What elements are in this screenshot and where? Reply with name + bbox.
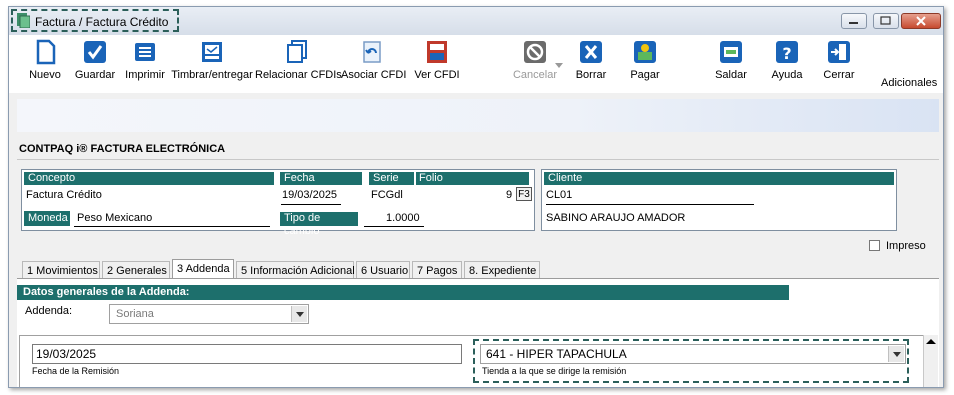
delete-label: Borrar — [575, 69, 607, 81]
exit-door-icon — [828, 41, 850, 63]
f3-button[interactable]: F3 — [516, 187, 532, 201]
tab-generales[interactable]: 2 Generales — [102, 261, 170, 279]
delete-x-icon — [580, 41, 602, 63]
stamp-button[interactable]: Timbrar/entregar — [171, 39, 253, 81]
impreso-label: Impreso — [886, 240, 926, 252]
stamp-label: Timbrar/entregar — [171, 69, 253, 81]
associate-cfdi-button[interactable]: Asociar CFDI — [341, 39, 407, 81]
tab-expediente[interactable]: 8. Expediente — [464, 261, 540, 279]
cliente-code-underline — [546, 204, 754, 205]
chevron-down-icon — [291, 306, 307, 322]
tab-usuario[interactable]: 6 Usuario — [356, 261, 410, 279]
fecha-remision-label: Fecha de la Remisión — [32, 366, 120, 376]
close-form-button[interactable]: Cerrar — [819, 39, 859, 81]
stamp-icon — [202, 42, 222, 62]
save-button[interactable]: Guardar — [73, 39, 117, 81]
checkmark-icon — [84, 41, 106, 63]
addenda-label: Addenda: — [25, 305, 73, 317]
tab-pagos[interactable]: 7 Pagos — [412, 261, 462, 279]
secondary-toolbar — [17, 99, 939, 132]
fecha-value[interactable]: 19/03/2025 — [282, 189, 337, 201]
settle-label: Saldar — [715, 69, 747, 81]
save-label: Guardar — [74, 69, 116, 81]
fecha-underline — [281, 204, 341, 205]
document-group: Concepto Factura Crédito Fecha 19/03/202… — [21, 169, 535, 237]
print-label: Imprimir — [125, 69, 165, 81]
serie-value[interactable]: FCGdl — [371, 189, 403, 201]
maximize-button[interactable] — [873, 13, 899, 29]
cliente-group: Cliente CL01 SABINO ARAUJO AMADOR — [541, 169, 897, 231]
title-highlight — [11, 9, 179, 32]
close-form-label: Cerrar — [823, 69, 855, 81]
addenda-select-value: Soriana — [116, 308, 154, 320]
scroll-up-icon[interactable] — [926, 339, 936, 344]
tipo-cambio-caption: Tipo de cambio — [280, 212, 358, 237]
main-window: Factura / Factura Crédito Nuevo Guardar … — [8, 6, 944, 388]
cancel-label: Cancelar — [512, 69, 558, 81]
chevron-down-icon[interactable] — [555, 63, 563, 69]
title-bar: Factura / Factura Crédito — [9, 7, 943, 35]
new-label: Nuevo — [29, 69, 61, 81]
tipo-cambio-underline — [364, 226, 424, 227]
cliente-name: SABINO ARAUJO AMADOR — [546, 212, 686, 224]
minimize-icon — [849, 22, 858, 24]
store-highlight — [473, 339, 909, 383]
view-cfdi-label: Ver CFDI — [414, 69, 460, 81]
addenda-select[interactable]: Soriana — [109, 304, 309, 324]
printer-icon — [135, 43, 155, 61]
settle-button[interactable]: Saldar — [711, 39, 751, 81]
moneda-caption: Moneda — [24, 211, 70, 226]
tab-informacion-adicional[interactable]: 5 Información Adicional — [236, 261, 355, 279]
cliente-code[interactable]: CL01 — [546, 189, 572, 201]
cancel-button[interactable]: Cancelar — [509, 39, 561, 81]
relate-cfdi-label: Relacionar CFDIs — [255, 69, 342, 81]
company-header: CONTPAQ i® FACTURA ELECTRÓNICA — [19, 143, 226, 155]
link-document-icon — [363, 41, 381, 63]
fecha-caption: Fecha — [280, 172, 362, 185]
tipo-cambio-value[interactable]: 1.0000 — [386, 212, 420, 224]
stacked-documents-icon — [287, 40, 307, 63]
relate-cfdi-button[interactable]: Relacionar CFDIs — [255, 39, 342, 81]
print-button[interactable]: Imprimir — [123, 39, 167, 81]
adicionales-label[interactable]: Adicionales — [881, 77, 937, 89]
fecha-remision-field[interactable]: 19/03/2025 — [32, 344, 462, 364]
tab-addenda[interactable]: 3 Addenda — [172, 259, 234, 279]
moneda-underline — [74, 226, 270, 227]
pay-label: Pagar — [630, 69, 660, 81]
serie-label: Serie — [373, 172, 399, 184]
close-icon — [916, 16, 926, 26]
moneda-value[interactable]: Peso Mexicano — [77, 212, 152, 224]
folio-label: Folio — [414, 172, 446, 185]
delete-button[interactable]: Borrar — [571, 39, 611, 81]
help-button[interactable]: ? Ayuda — [767, 39, 807, 81]
view-cfdi-icon — [427, 41, 447, 63]
close-window-button[interactable] — [901, 13, 941, 29]
concepto-value[interactable]: Factura Crédito — [26, 189, 102, 201]
impreso-checkbox[interactable] — [869, 240, 880, 251]
help-icon: ? — [776, 41, 798, 63]
restore-icon — [880, 16, 891, 25]
cliente-caption: Cliente — [544, 172, 894, 185]
pay-button[interactable]: Pagar — [625, 39, 665, 81]
folio-value[interactable]: 9 — [506, 189, 512, 201]
main-toolbar: Nuevo Guardar Imprimir Timbrar/entregar … — [9, 35, 943, 93]
minimize-button[interactable] — [841, 13, 867, 29]
help-label: Ayuda — [771, 69, 803, 81]
pay-icon — [634, 41, 656, 63]
addenda-section-title: Datos generales de la Addenda: — [17, 285, 789, 300]
tab-movimientos[interactable]: 1 Movimientos — [22, 261, 100, 279]
panel-scrollbar[interactable] — [923, 335, 938, 387]
view-cfdi-button[interactable]: Ver CFDI — [409, 39, 465, 81]
cancel-icon — [524, 41, 546, 63]
new-button[interactable]: Nuevo — [23, 39, 67, 81]
header-divider — [17, 159, 939, 160]
new-document-icon — [36, 39, 56, 65]
concepto-caption: Concepto — [24, 172, 274, 185]
associate-cfdi-label: Asociar CFDI — [341, 69, 407, 81]
svg-text:?: ? — [782, 44, 791, 63]
settle-icon — [720, 41, 742, 63]
serie-folio-caption: Serie Folio — [369, 172, 529, 185]
